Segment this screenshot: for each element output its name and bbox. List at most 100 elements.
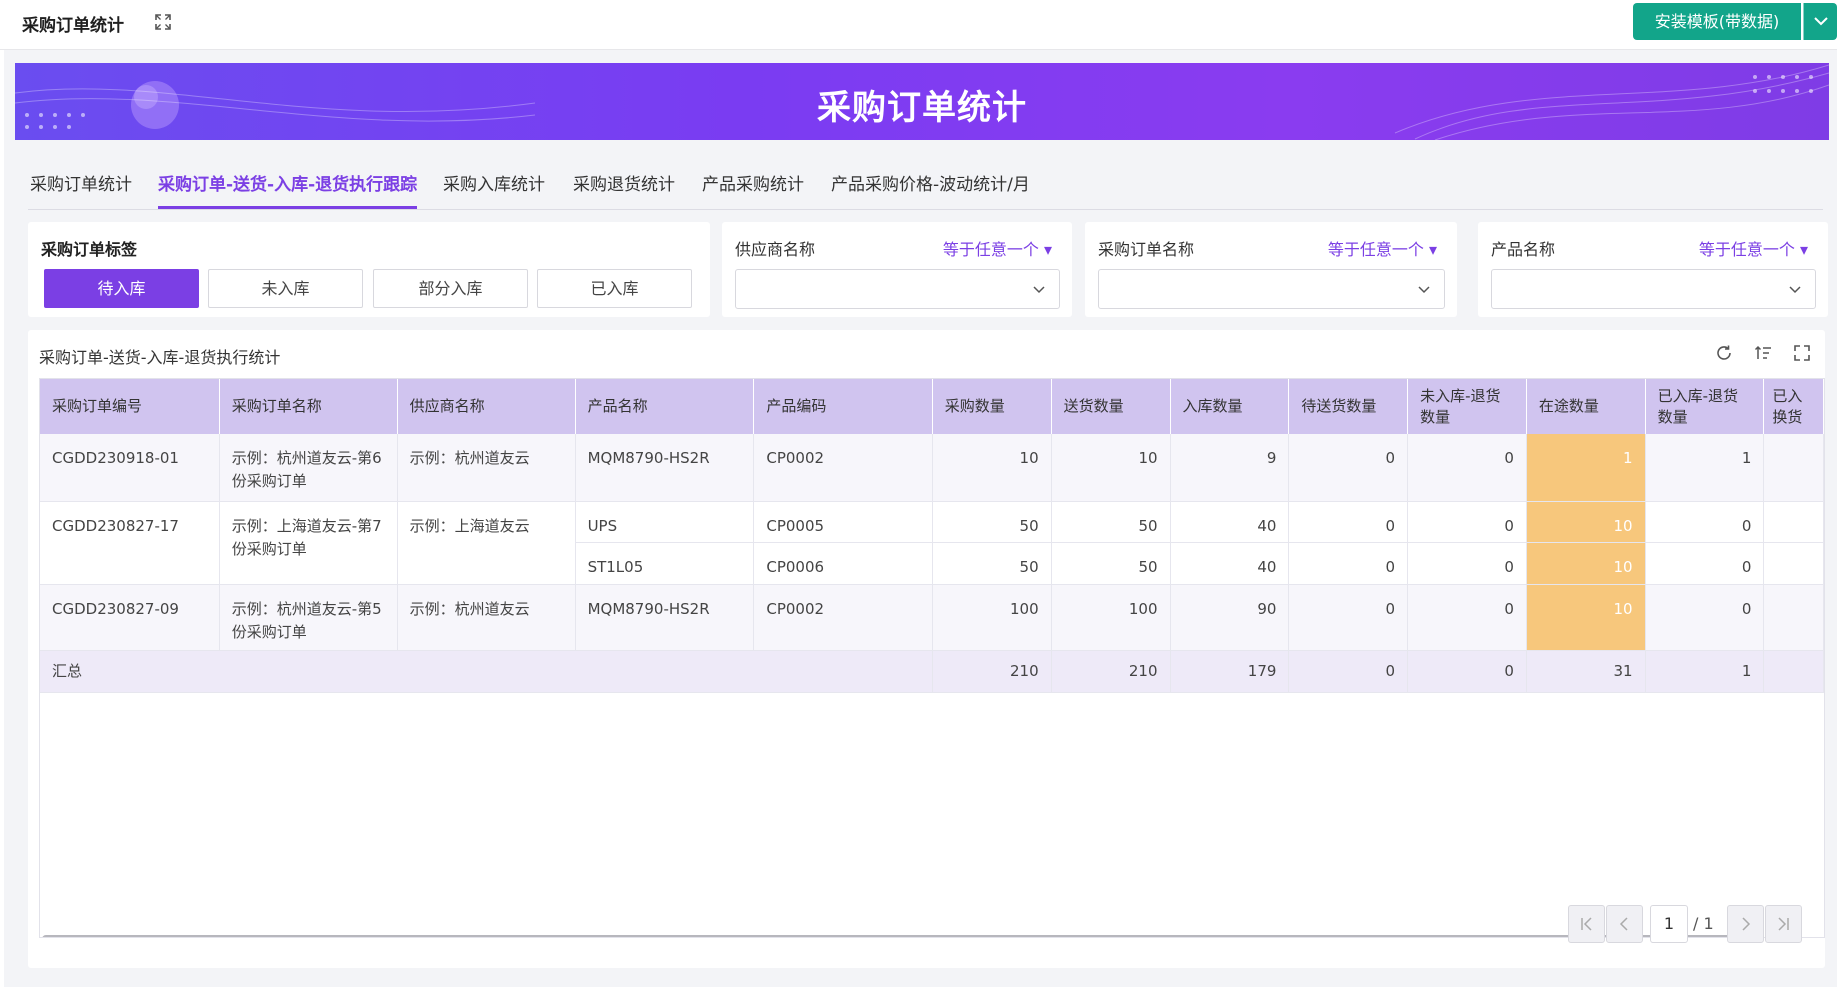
- tag-option-pending[interactable]: 待入库: [44, 269, 199, 308]
- table-row[interactable]: CGDD230918-01 示例：杭州道友云-第6份采购订单 示例：杭州道友云 …: [40, 434, 1824, 502]
- order-name-filter-operator[interactable]: 等于任意一个 ▾: [1328, 236, 1437, 260]
- tab-order-stats[interactable]: 采购订单统计: [30, 170, 132, 209]
- banner: 采购订单统计: [15, 63, 1829, 140]
- qty-cell: 100: [932, 584, 1052, 651]
- tab-price-fluctuation[interactable]: 产品采购价格-波动统计/月: [831, 170, 1030, 209]
- column-header[interactable]: 待送货数量: [1288, 379, 1409, 434]
- sent-cell: 10: [1051, 434, 1171, 502]
- stored-cell: 9: [1170, 434, 1290, 502]
- product-cell: MQM8790-HS2R: [575, 584, 755, 651]
- sort-icon[interactable]: [1754, 344, 1772, 362]
- stored-cell: 40: [1170, 542, 1290, 585]
- column-header[interactable]: 入库数量: [1170, 379, 1290, 434]
- chevron-down-icon: [1789, 286, 1801, 294]
- pagination: 1 / 1: [1568, 905, 1802, 943]
- tab-inbound-stats[interactable]: 采购入库统计: [443, 170, 545, 209]
- column-header[interactable]: 未入库-退货数量: [1407, 379, 1527, 434]
- caret-down-icon: ▾: [1799, 240, 1808, 259]
- last-page-icon: [1778, 917, 1789, 931]
- fullscreen-icon[interactable]: [1793, 344, 1811, 362]
- summary-unstored-return: 0: [1407, 650, 1527, 693]
- pending-cell: 0: [1288, 434, 1409, 502]
- summary-label: 汇总: [40, 650, 933, 693]
- page-total: / 1: [1693, 914, 1714, 933]
- order-no-cell: CGDD230918-01: [40, 434, 220, 502]
- first-page-icon: [1581, 917, 1592, 931]
- pending-cell: 0: [1288, 584, 1409, 651]
- supplier-cell: 示例：上海道友云: [397, 501, 576, 585]
- supplier-cell: 示例：杭州道友云: [397, 584, 576, 651]
- column-header[interactable]: 已入库-退货数量: [1645, 379, 1765, 434]
- summary-stored: 179: [1170, 650, 1290, 693]
- install-dropdown-button[interactable]: [1803, 3, 1837, 40]
- table-toolbar: [1699, 343, 1811, 362]
- exchange-cell: [1763, 584, 1824, 651]
- pending-cell: 0: [1288, 542, 1409, 585]
- last-page-button[interactable]: [1765, 905, 1802, 943]
- exchange-cell: [1763, 434, 1824, 502]
- order-name-select[interactable]: [1098, 269, 1445, 309]
- sent-cell: 50: [1051, 501, 1171, 543]
- top-bar: 采购订单统计 安装模板(带数据): [0, 0, 1837, 50]
- summary-exchange: [1763, 650, 1824, 693]
- next-page-button[interactable]: [1727, 905, 1764, 943]
- column-header[interactable]: 供应商名称: [397, 379, 576, 434]
- operator-text: 等于任意一个: [1698, 240, 1795, 259]
- stored-cell: 40: [1170, 501, 1290, 543]
- order-name-cell: 示例：杭州道友云-第6份采购订单: [219, 434, 398, 502]
- tag-filter-label: 采购订单标签: [41, 240, 138, 259]
- summary-stored-return: 1: [1645, 650, 1765, 693]
- chevron-down-icon: [1033, 286, 1045, 294]
- product-select[interactable]: [1491, 269, 1816, 309]
- table-title: 采购订单-送货-入库-退货执行统计: [39, 348, 281, 367]
- tag-option-not-stored[interactable]: 未入库: [208, 269, 363, 308]
- product-filter-operator[interactable]: 等于任意一个 ▾: [1699, 236, 1808, 260]
- caret-down-icon: ▾: [1043, 240, 1052, 259]
- order-no-cell: CGDD230827-17: [40, 501, 220, 585]
- page-input[interactable]: 1: [1650, 905, 1688, 943]
- summary-qty: 210: [932, 650, 1052, 693]
- column-header[interactable]: 产品名称: [575, 379, 755, 434]
- order-name-cell: 示例：上海道友云-第7份采购订单: [219, 501, 398, 585]
- sent-cell: 100: [1051, 584, 1171, 651]
- chevron-down-icon: [1418, 286, 1430, 294]
- order-name-cell: 示例：杭州道友云-第5份采购订单: [219, 584, 398, 651]
- column-header[interactable]: 产品编码: [753, 379, 933, 434]
- first-page-button[interactable]: [1568, 905, 1605, 943]
- column-header[interactable]: 采购数量: [932, 379, 1052, 434]
- product-cell: ST1L05: [575, 542, 755, 585]
- exchange-cell: [1763, 542, 1824, 585]
- tag-option-stored[interactable]: 已入库: [537, 269, 692, 308]
- tab-product-stats[interactable]: 产品采购统计: [702, 170, 804, 209]
- summary-sent: 210: [1051, 650, 1171, 693]
- horizontal-scrollbar[interactable]: [42, 935, 1738, 937]
- supplier-filter-operator[interactable]: 等于任意一个 ▾: [943, 236, 1052, 260]
- supplier-select[interactable]: [735, 269, 1060, 309]
- table-row[interactable]: CGDD230827-09 示例：杭州道友云-第5份采购订单 示例：杭州道友云 …: [40, 584, 1824, 651]
- page-title: 采购订单统计: [22, 16, 124, 36]
- summary-in-transit: 31: [1526, 650, 1646, 693]
- unstored-return-cell: 0: [1407, 542, 1527, 585]
- refresh-icon[interactable]: [1715, 344, 1733, 362]
- data-table: 采购订单编号 采购订单名称 供应商名称 产品名称 产品编码 采购数量 送货数量 …: [39, 378, 1825, 938]
- sent-cell: 50: [1051, 542, 1171, 585]
- column-header[interactable]: 采购订单编号: [40, 379, 220, 434]
- summary-pending: 0: [1288, 650, 1409, 693]
- column-header[interactable]: 在途数量: [1526, 379, 1646, 434]
- order-name-filter: 采购订单名称 等于任意一个 ▾: [1085, 222, 1457, 317]
- column-header[interactable]: 采购订单名称: [219, 379, 398, 434]
- tab-return-stats[interactable]: 采购退货统计: [573, 170, 675, 209]
- supplier-cell: 示例：杭州道友云: [397, 434, 576, 502]
- tag-option-partial[interactable]: 部分入库: [373, 269, 528, 308]
- prev-page-button[interactable]: [1606, 905, 1643, 943]
- table-row[interactable]: CGDD230827-17 示例：上海道友云-第7份采购订单 示例：上海道友云 …: [40, 501, 1824, 585]
- in-transit-cell: 10: [1526, 542, 1646, 585]
- column-header[interactable]: 送货数量: [1051, 379, 1171, 434]
- stored-return-cell: 0: [1645, 501, 1765, 543]
- stored-cell: 90: [1170, 584, 1290, 651]
- expand-icon[interactable]: [154, 13, 172, 31]
- column-header[interactable]: 已入换货: [1763, 379, 1824, 434]
- install-template-button[interactable]: 安装模板(带数据): [1633, 3, 1801, 40]
- tab-order-tracking[interactable]: 采购订单-送货-入库-退货执行跟踪: [158, 170, 418, 209]
- table-panel: 采购订单-送货-入库-退货执行统计 采购订单编号 采购订单名称 供应商名称 产品…: [28, 330, 1825, 968]
